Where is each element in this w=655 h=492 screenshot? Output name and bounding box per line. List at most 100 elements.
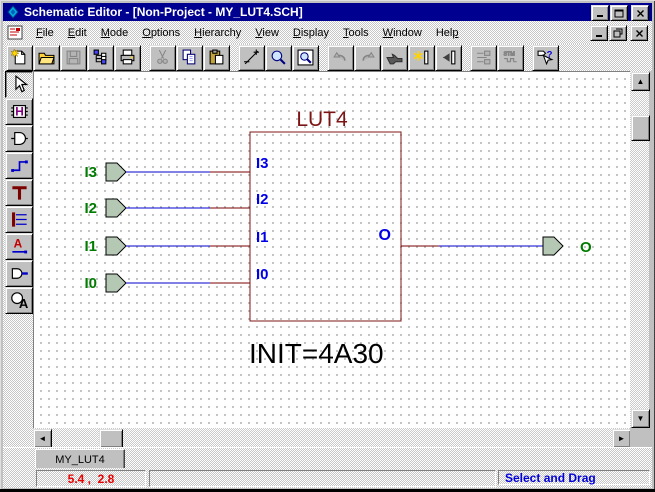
bus-tool[interactable] <box>5 179 33 206</box>
bus-tool-icon <box>10 183 29 202</box>
horizontal-scrollbar[interactable]: ◄ ► <box>33 428 631 448</box>
input-row-i1[interactable]: I1 I1 <box>84 229 269 256</box>
schematic-editor-window: Schematic Editor - [Non-Project - MY_LUT… <box>0 0 655 492</box>
terminal-label[interactable]: O <box>580 239 592 256</box>
vertical-scroll-thumb[interactable] <box>631 115 650 141</box>
horizontal-scroll-thumb[interactable] <box>99 429 123 448</box>
init-attribute[interactable]: INIT=4A30 <box>249 338 384 369</box>
part-title[interactable]: LUT4 <box>296 108 348 131</box>
undo-icon <box>332 49 349 66</box>
hierarchy-browser-button[interactable] <box>87 44 114 71</box>
redo-button[interactable] <box>354 44 381 71</box>
mdi-close-button[interactable] <box>630 25 648 41</box>
scroll-left-button[interactable]: ◄ <box>33 429 52 448</box>
mdi-minimize-button[interactable] <box>590 25 608 41</box>
graphics-text-tool[interactable]: A <box>5 287 33 314</box>
terminal-label[interactable]: I0 <box>84 275 97 292</box>
terminal-label[interactable]: I2 <box>84 200 97 217</box>
redo-icon <box>359 49 376 66</box>
menu-tools[interactable]: Tools <box>336 25 376 41</box>
simulation-icon: STM <box>502 49 519 66</box>
remove-marker-button[interactable] <box>435 44 462 71</box>
menu-window[interactable]: Window <box>376 25 429 41</box>
input-row-i0[interactable]: I0 I0 <box>84 266 269 293</box>
minimize-button[interactable] <box>591 5 609 21</box>
remove-marker-icon <box>440 49 457 66</box>
pin-label: O <box>379 227 391 244</box>
menu-hierarchy[interactable]: Hierarchy <box>187 25 248 41</box>
input-row-i3[interactable]: I3 I3 <box>84 155 269 182</box>
input-terminal-icon[interactable] <box>105 162 127 182</box>
schematic-canvas[interactable]: LUT4 I3 I3 I2 I2 I1 I1 I0 I0 O O INIT=4A… <box>33 71 630 428</box>
output-row-o[interactable]: O O <box>379 227 592 256</box>
copy-button[interactable] <box>176 44 203 71</box>
pin-label: I1 <box>256 229 269 246</box>
paste-button[interactable] <box>203 44 230 71</box>
bus-tap-tool[interactable] <box>5 206 33 233</box>
scroll-up-button[interactable]: ▲ <box>631 72 650 91</box>
hierarchy-connector-tool[interactable]: H <box>5 98 33 125</box>
net-name-tool-icon: A <box>10 237 29 256</box>
hierarchy-connector-tool-icon: H <box>10 102 29 121</box>
svg-text:A: A <box>13 237 22 251</box>
document-icon[interactable] <box>7 25 23 41</box>
menu-edit[interactable]: Edit <box>61 25 94 41</box>
cut-button[interactable] <box>149 44 176 71</box>
save-button[interactable] <box>60 44 87 71</box>
status-bar: 5.4 , 2.8 Select and Drag <box>3 468 652 488</box>
net-name-tool[interactable]: A <box>5 233 33 260</box>
app-icon <box>7 5 19 19</box>
menu-mode[interactable]: Mode <box>94 25 136 41</box>
vertical-scrollbar[interactable]: ▲ ▼ <box>630 71 650 428</box>
hierarchy-browser-icon <box>92 49 109 66</box>
zoom-in-out-button[interactable] <box>238 44 265 71</box>
scroll-down-button[interactable]: ▼ <box>631 409 650 428</box>
svg-text:?: ? <box>547 50 553 61</box>
close-button[interactable] <box>631 5 649 21</box>
schematic-drawing: LUT4 I3 I3 I2 I2 I1 I1 I0 I0 O O INIT=4A… <box>84 108 592 369</box>
zoom-button[interactable] <box>265 44 292 71</box>
pan-hand-icon <box>386 49 403 66</box>
select-tool-icon <box>10 75 29 94</box>
zoom-area-button[interactable] <box>292 44 319 71</box>
bus-tap-tool-icon <box>10 210 29 229</box>
toolbar: STM? <box>3 44 652 71</box>
netlist-button[interactable] <box>470 44 497 71</box>
select-tool[interactable] <box>5 71 33 98</box>
simulation-button[interactable]: STM <box>497 44 524 71</box>
scroll-right-button[interactable]: ► <box>612 429 631 448</box>
status-middle-panel <box>149 470 496 487</box>
print-button[interactable] <box>114 44 141 71</box>
undo-button[interactable] <box>327 44 354 71</box>
title-bar[interactable]: Schematic Editor - [Non-Project - MY_LUT… <box>3 3 652 21</box>
input-row-i2[interactable]: I2 I2 <box>84 191 269 218</box>
wire-tool[interactable] <box>5 152 33 179</box>
zoom-icon <box>270 49 287 66</box>
netlist-icon <box>475 49 492 66</box>
new-button[interactable] <box>6 44 33 71</box>
pan-hand-button[interactable] <box>381 44 408 71</box>
part-tool[interactable] <box>5 125 33 152</box>
io-terminal-tool-icon <box>10 264 29 283</box>
input-terminal-icon[interactable] <box>105 198 127 218</box>
help-select-button[interactable]: ? <box>532 44 559 71</box>
input-terminal-icon[interactable] <box>105 273 127 293</box>
add-marker-button[interactable] <box>408 44 435 71</box>
menu-options[interactable]: Options <box>135 25 187 41</box>
svg-text:A: A <box>18 296 28 310</box>
mode-text: Select and Drag <box>505 470 596 485</box>
terminal-label[interactable]: I3 <box>84 164 97 181</box>
mode-indicator: Select and Drag <box>498 470 650 485</box>
io-terminal-tool[interactable] <box>5 260 33 287</box>
mdi-restore-button[interactable] <box>609 25 627 41</box>
output-terminal-icon[interactable] <box>542 236 564 256</box>
menu-help[interactable]: Help <box>429 25 466 41</box>
tab-my-lut4[interactable]: MY_LUT4 <box>35 449 125 470</box>
menu-display[interactable]: Display <box>286 25 336 41</box>
input-terminal-icon[interactable] <box>105 236 127 256</box>
terminal-label[interactable]: I1 <box>84 238 97 255</box>
maximize-button[interactable] <box>610 5 628 21</box>
open-button[interactable] <box>33 44 60 71</box>
menu-file[interactable]: File <box>29 25 61 41</box>
menu-view[interactable]: View <box>248 25 286 41</box>
